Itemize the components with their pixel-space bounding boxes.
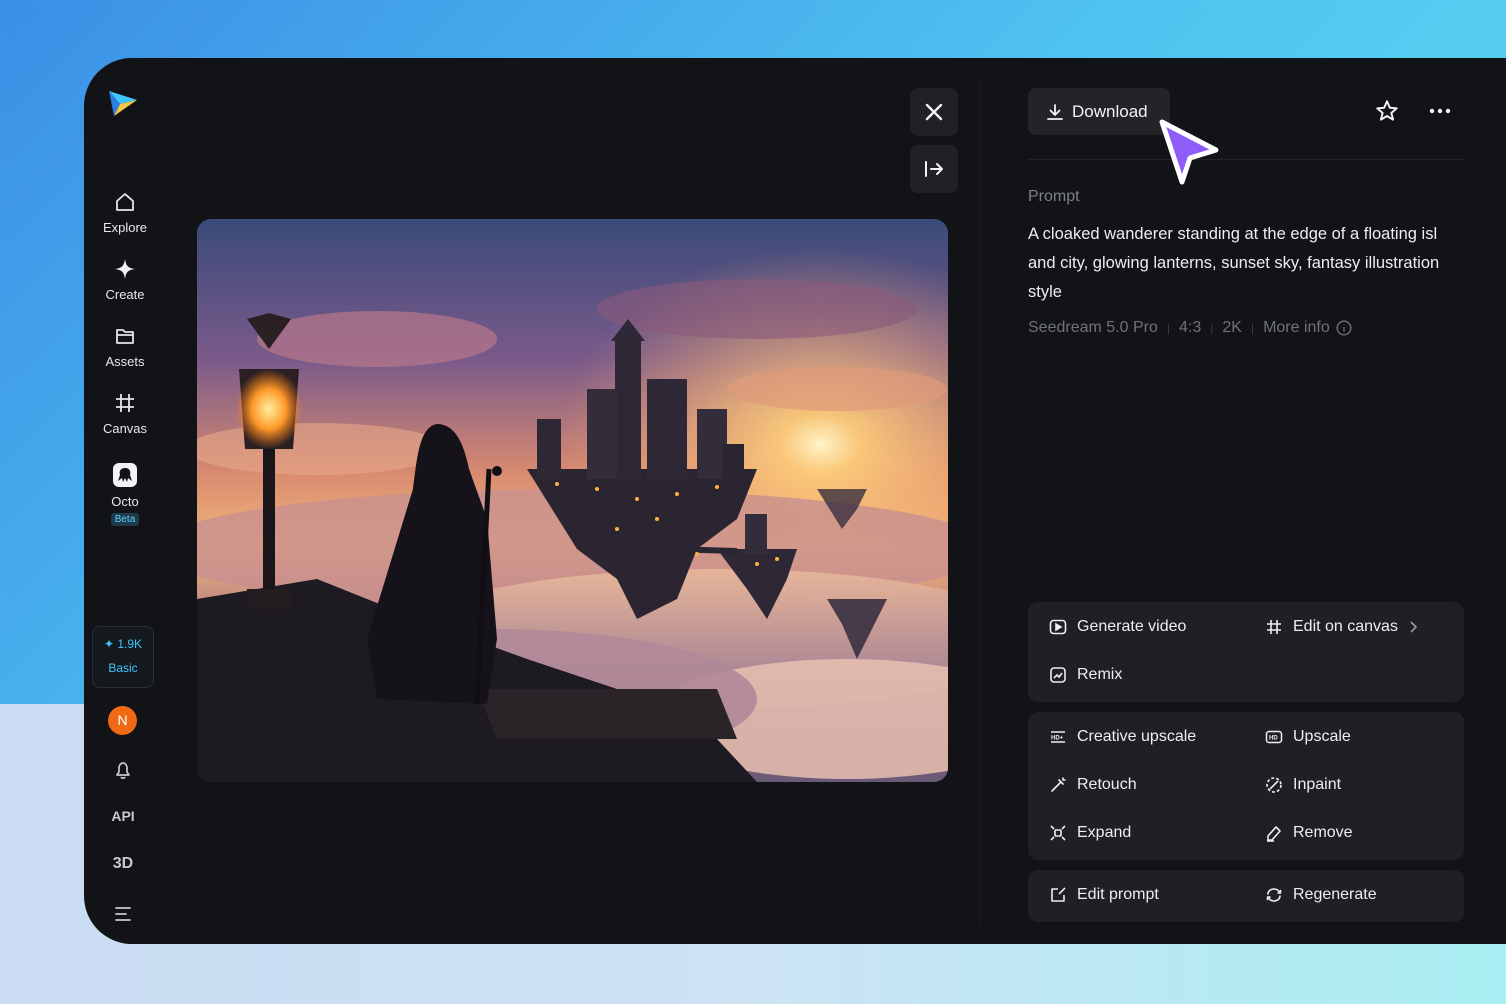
aspect-ratio: 4:3 (1178, 319, 1202, 336)
frame-icon (116, 394, 134, 412)
expand-icon (1050, 825, 1066, 841)
pointer-cursor-icon (1159, 119, 1219, 185)
3d-link[interactable]: 3D (108, 855, 138, 873)
action-group-edit: HD+ Creative upscale HD Upscale Retouch … (1028, 712, 1464, 860)
action-label: Regenerate (1293, 886, 1377, 903)
action-label: Retouch (1077, 776, 1137, 793)
remix-button[interactable]: Remix (1049, 666, 1122, 684)
prompt-text: A cloaked wanderer standing at the edge … (1028, 225, 1440, 301)
star-icon[interactable] (1374, 98, 1400, 124)
download-button[interactable]: Download (1028, 88, 1170, 135)
edit-on-canvas-button[interactable]: Edit on canvas (1265, 618, 1418, 636)
separator: | (1166, 321, 1170, 335)
remix-icon (1050, 667, 1066, 683)
separator: | (1210, 321, 1214, 335)
action-label: Edit on canvas (1293, 618, 1398, 635)
api-link[interactable]: API (108, 808, 138, 824)
resolution: 2K (1222, 319, 1242, 336)
action-label: Expand (1077, 824, 1132, 841)
sidebar-item-assets[interactable]: Assets (84, 324, 166, 369)
svg-text:HD: HD (1269, 736, 1278, 742)
magic-wand-icon (1051, 777, 1066, 792)
generate-video-button[interactable]: Generate video (1049, 618, 1186, 636)
refresh-icon (1266, 888, 1282, 902)
action-label: Edit prompt (1077, 886, 1159, 903)
action-label: Inpaint (1293, 776, 1342, 793)
edit-prompt-button[interactable]: Edit prompt (1049, 886, 1159, 904)
action-group-prompt: Edit prompt Regenerate (1028, 870, 1464, 922)
action-label: Generate video (1077, 618, 1187, 635)
svg-text:HD+: HD+ (1051, 736, 1064, 742)
beta-badge: Beta (110, 513, 140, 526)
edit-icon (1051, 887, 1066, 902)
app-window: Explore Create Assets Canvas Octo Beta ✦… (84, 58, 1506, 944)
action-label: Upscale (1293, 728, 1351, 745)
expand-button[interactable]: Expand (1049, 824, 1131, 842)
menu-icon[interactable] (108, 904, 138, 922)
eraser-icon (1267, 826, 1281, 842)
remove-button[interactable]: Remove (1265, 824, 1353, 842)
sidebar-item-explore[interactable]: Explore (84, 190, 166, 235)
regenerate-button[interactable]: Regenerate (1265, 886, 1377, 904)
action-label: Remix (1077, 666, 1123, 683)
action-label: Remove (1293, 824, 1353, 841)
panel-divider (980, 78, 981, 924)
octo-icon (113, 463, 137, 487)
prompt-label: Prompt (1028, 188, 1080, 205)
separator: | (1250, 321, 1255, 335)
hd-plus-icon: HD+ (1051, 731, 1065, 743)
credits-widget[interactable]: ✦ 1.9K Basic (92, 626, 154, 688)
home-icon (116, 193, 134, 211)
sidebar-item-label: Canvas (102, 421, 148, 436)
creative-upscale-button[interactable]: HD+ Creative upscale (1049, 728, 1196, 746)
action-group-generate: Generate video Edit on canvas Remix (1028, 602, 1464, 702)
close-button[interactable] (910, 88, 958, 136)
bell-icon[interactable] (108, 758, 138, 782)
more-info-link[interactable]: More info (1263, 319, 1330, 337)
generation-meta: Seedream 5.0 Pro | 4:3 | 2K | More info (1028, 319, 1352, 337)
inpaint-button[interactable]: Inpaint (1265, 776, 1341, 794)
download-label: Download (1072, 101, 1148, 121)
video-icon (1049, 619, 1067, 635)
folder-icon (116, 329, 134, 344)
hd-icon: HD (1265, 730, 1283, 744)
chevron-right-icon (1410, 621, 1418, 633)
fantasy-illustration (197, 219, 948, 782)
sidebar-item-create[interactable]: Create (84, 257, 166, 302)
download-icon (1047, 103, 1063, 120)
sparkle-icon: ✦ (103, 637, 115, 651)
inpaint-icon (1266, 777, 1282, 793)
plan-name: Basic (108, 661, 138, 675)
sidebar-item-canvas[interactable]: Canvas (84, 391, 166, 436)
sidebar-item-label: Explore (102, 220, 148, 235)
arrow-to-right-icon (925, 161, 943, 177)
header-divider (1028, 159, 1464, 160)
credits-amount: 1.9K (117, 637, 143, 651)
collapse-panel-button[interactable] (910, 145, 958, 193)
sidebar-item-label: Assets (105, 354, 145, 369)
info-icon[interactable] (1336, 320, 1352, 336)
sidebar-item-octo[interactable]: Octo Beta (84, 462, 166, 526)
sidebar-item-label: Octo (111, 494, 139, 509)
sidebar-item-label: Create (105, 287, 145, 302)
details-panel: Download Prompt A cloaked wanderer stand… (1028, 58, 1464, 944)
app-logo-icon[interactable] (106, 86, 140, 120)
frame-icon (1267, 620, 1281, 634)
sparkle-icon (115, 259, 135, 279)
sidebar: Explore Create Assets Canvas Octo Beta ✦… (84, 58, 166, 944)
upscale-button[interactable]: HD Upscale (1265, 728, 1351, 746)
close-icon (925, 103, 943, 121)
retouch-button[interactable]: Retouch (1049, 776, 1137, 794)
more-icon[interactable] (1426, 98, 1454, 124)
action-label: Creative upscale (1077, 728, 1197, 745)
generated-image[interactable] (197, 219, 948, 782)
model-name: Seedream 5.0 Pro (1028, 319, 1158, 336)
avatar[interactable]: N (108, 706, 137, 735)
